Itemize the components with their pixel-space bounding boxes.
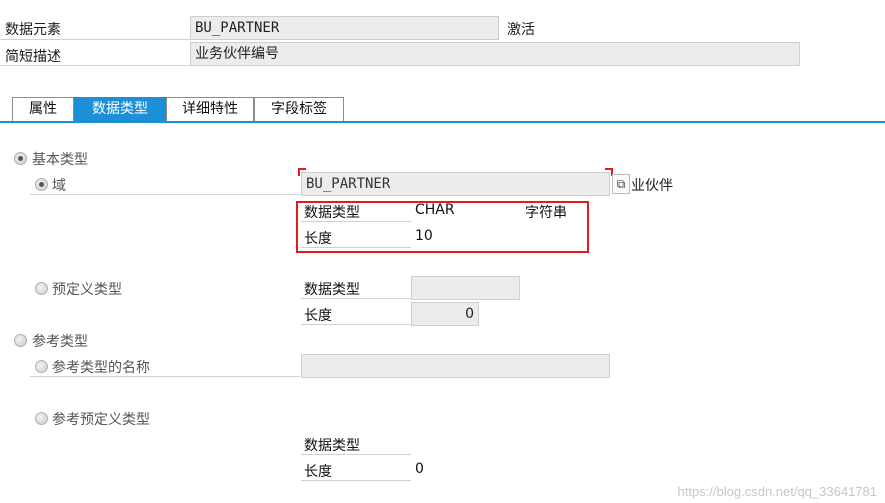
- data-element-label: 数据元素: [5, 22, 61, 38]
- highlight-box: [296, 201, 589, 253]
- ref-length-underline: [301, 480, 411, 481]
- ref-type-name-label: 参考类型的名称: [52, 360, 150, 376]
- short-desc-label: 简短描述: [5, 49, 61, 65]
- elementary-type-label: 基本类型: [32, 152, 88, 168]
- header-underline: [0, 65, 190, 66]
- ref-type-name-field[interactable]: [301, 354, 610, 378]
- elementary-type-radio[interactable]: [14, 152, 27, 165]
- predefined-type-radio[interactable]: [35, 282, 48, 295]
- reference-type-label: 参考类型: [32, 334, 88, 350]
- domain-radio[interactable]: [35, 178, 48, 191]
- ref-type-name-radio[interactable]: [35, 360, 48, 373]
- predefined-datatype-label: 数据类型: [304, 282, 360, 298]
- tab-data-type[interactable]: 数据类型: [74, 97, 166, 121]
- tab-field-label[interactable]: 字段标签: [254, 97, 344, 121]
- tab-further-characteristics[interactable]: 详细特性: [166, 97, 254, 121]
- data-element-field[interactable]: BU_PARTNER: [190, 16, 499, 40]
- predefined-length-label: 长度: [304, 308, 332, 324]
- focus-corner: [298, 168, 306, 176]
- short-desc-field[interactable]: 业务伙伴编号: [190, 42, 800, 66]
- domain-underline: [30, 194, 300, 195]
- predefined-datatype-field[interactable]: [411, 276, 520, 300]
- domain-description: 业伙伴: [631, 178, 673, 194]
- value-help-icon[interactable]: ⧉: [612, 174, 630, 194]
- ref-predefined-label: 参考预定义类型: [52, 412, 150, 428]
- predefined-length-field[interactable]: 0: [411, 302, 479, 326]
- tab-attributes[interactable]: 属性: [12, 97, 74, 121]
- ref-length-value: 0: [415, 461, 424, 477]
- ref-datatype-underline: [301, 454, 411, 455]
- watermark-text: https://blog.csdn.net/qq_33641781: [677, 484, 878, 499]
- status-text: 激活: [507, 22, 535, 38]
- domain-label: 域: [52, 178, 66, 194]
- predefined-length-underline: [301, 324, 411, 325]
- ref-type-name-underline: [30, 376, 300, 377]
- ref-predefined-radio[interactable]: [35, 412, 48, 425]
- predefined-datatype-underline: [301, 298, 411, 299]
- ref-datatype-label: 数据类型: [304, 438, 360, 454]
- ref-length-label: 长度: [304, 464, 332, 480]
- header-underline: [0, 39, 190, 40]
- domain-field[interactable]: BU_PARTNER: [301, 172, 610, 196]
- predefined-type-label: 预定义类型: [52, 282, 122, 298]
- reference-type-radio[interactable]: [14, 334, 27, 347]
- tab-strip-underline: [0, 121, 885, 123]
